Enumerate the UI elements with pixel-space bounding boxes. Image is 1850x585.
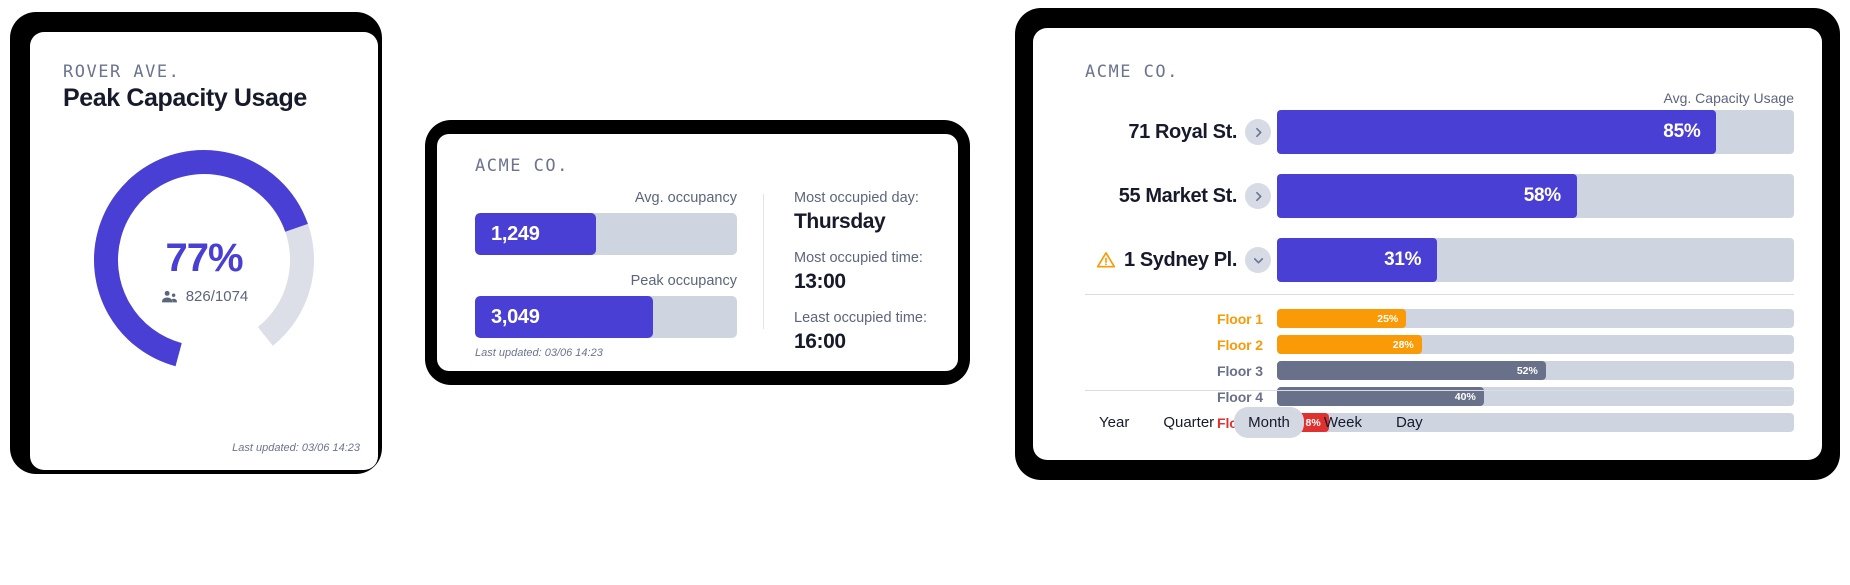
building-row-fill: 85%	[1277, 110, 1717, 154]
floor-fill: 52%	[1277, 361, 1546, 380]
building-row[interactable]: 55 Market St. 58%	[1085, 174, 1794, 218]
floor-row[interactable]: Floor 1 25%	[1085, 309, 1794, 328]
gauge-card-last-updated: Last updated: 03/06 14:23	[232, 442, 360, 454]
stat-most-occupied-time-value: 13:00	[794, 270, 846, 293]
tabs-row: Year Quarter Month Week Day	[1085, 407, 1794, 438]
occupancy-bar-peak-fill: 3,049	[475, 296, 654, 338]
tabs-separator	[1085, 390, 1794, 391]
building-name: 71 Royal St.	[1128, 120, 1237, 143]
people-icon	[161, 290, 177, 303]
building-row[interactable]: 1 Sydney Pl. 31%	[1085, 238, 1794, 282]
building-row[interactable]: 71 Royal St. 85%	[1085, 110, 1794, 154]
floor-track: 28%	[1277, 335, 1794, 354]
floor-fill: 28%	[1277, 335, 1422, 354]
stat-least-occupied-time-label: Least occupied time:	[794, 310, 927, 326]
occupancy-bar-avg: Avg. occupancy 1,249	[475, 190, 737, 255]
gauge-percent: 77%	[165, 236, 243, 280]
stat-least-occupied-time: Least occupied time: 16:00	[794, 310, 940, 354]
gauge-card: ROVER AVE. Peak Capacity Usage 77% 826/1…	[30, 32, 378, 470]
stat-most-occupied-day-label: Most occupied day:	[794, 190, 919, 206]
gauge-center-readout: 77% 826/1074	[86, 238, 322, 306]
stat-most-occupied-time: Most occupied time: 13:00	[794, 250, 940, 294]
occupancy-bar-avg-label: Avg. occupancy	[634, 190, 737, 206]
chevron-right-icon[interactable]	[1245, 119, 1271, 145]
building-row-track: 58%	[1277, 174, 1794, 218]
floor-value: 52%	[1516, 364, 1538, 377]
floor-name: Floor 1	[1217, 310, 1263, 327]
tab-year[interactable]: Year	[1085, 407, 1143, 438]
gauge-occupancy: 826/1074	[86, 287, 322, 306]
building-row-track: 85%	[1277, 110, 1794, 154]
building-name: 1 Sydney Pl.	[1123, 248, 1237, 271]
gauge-card-title: Peak Capacity Usage	[63, 84, 307, 112]
gauge-occupancy-label: 826/1074	[185, 288, 249, 305]
stat-most-occupied-day-value: Thursday	[794, 210, 886, 233]
occupancy-bar-avg-value: 1,249	[491, 222, 540, 245]
tab-week[interactable]: Week	[1310, 407, 1376, 438]
chevron-down-icon[interactable]	[1245, 247, 1271, 273]
occupancy-bar-peak: Peak occupancy 3,049	[475, 273, 737, 338]
floor-name: Floor 2	[1217, 336, 1263, 353]
occupancy-bar-avg-fill: 1,249	[475, 213, 596, 255]
tab-month[interactable]: Month	[1234, 407, 1304, 438]
floor-value: 28%	[1392, 338, 1414, 351]
occupancy-bars: Avg. occupancy 1,249 Peak occupancy 3,04…	[475, 190, 763, 338]
buildings-card-device: ACME CO. Avg. Capacity Usage 71 Royal St…	[1015, 8, 1840, 480]
floor-track: 52%	[1277, 361, 1794, 380]
capacity-gauge: 77% 826/1074	[86, 142, 322, 378]
floor-fill: 25%	[1277, 309, 1407, 328]
occupancy-card-eyebrow: ACME CO.	[475, 156, 569, 176]
occupancy-bar-avg-track: 1,249	[475, 213, 737, 255]
chevron-right-icon[interactable]	[1245, 183, 1271, 209]
building-row-fill: 58%	[1277, 174, 1577, 218]
buildings-card: ACME CO. Avg. Capacity Usage 71 Royal St…	[1033, 28, 1822, 460]
gauge-card-eyebrow: ROVER AVE.	[63, 62, 181, 82]
occupancy-card-device: ACME CO. Avg. occupancy 1,249 Peak occup…	[425, 120, 970, 385]
occupancy-card-last-updated: Last updated: 03/06 14:23	[475, 347, 603, 359]
building-row-name-group: 71 Royal St.	[1085, 119, 1277, 145]
tab-quarter[interactable]: Quarter	[1149, 407, 1228, 438]
gauge-card-device: ROVER AVE. Peak Capacity Usage 77% 826/1…	[10, 12, 382, 474]
floor-row[interactable]: Floor 3 52%	[1085, 361, 1794, 380]
stat-most-occupied-day: Most occupied day: Thursday	[794, 190, 940, 234]
building-row-value: 85%	[1663, 121, 1701, 142]
floor-row[interactable]: Floor 2 28%	[1085, 335, 1794, 354]
warning-icon	[1096, 252, 1116, 268]
building-row-fill: 31%	[1277, 238, 1438, 282]
occupancy-card: ACME CO. Avg. occupancy 1,249 Peak occup…	[437, 134, 958, 371]
buildings-card-eyebrow: ACME CO.	[1085, 62, 1179, 82]
occupancy-bar-peak-value: 3,049	[491, 305, 540, 328]
building-name: 55 Market St.	[1118, 184, 1238, 207]
buildings-legend: Avg. Capacity Usage	[1663, 90, 1794, 106]
building-row-name-group: 55 Market St.	[1085, 183, 1277, 209]
time-range-tabs: Year Quarter Month Week Day	[1085, 390, 1794, 438]
dashboard-stage: ROVER AVE. Peak Capacity Usage 77% 826/1…	[0, 0, 1850, 585]
floor-name: Floor 3	[1217, 362, 1263, 379]
building-row-track: 31%	[1277, 238, 1794, 282]
occupancy-stats: Most occupied day: Thursday Most occupie…	[764, 190, 940, 353]
occupancy-bar-peak-track: 3,049	[475, 296, 737, 338]
floor-value: 25%	[1377, 312, 1399, 325]
building-row-value: 58%	[1523, 185, 1561, 206]
occupancy-card-body: Avg. occupancy 1,249 Peak occupancy 3,04…	[475, 190, 940, 353]
floors-separator	[1085, 294, 1794, 295]
occupancy-bar-peak-label: Peak occupancy	[630, 273, 737, 289]
tab-day[interactable]: Day	[1382, 407, 1437, 438]
stat-most-occupied-time-label: Most occupied time:	[794, 250, 923, 266]
stat-least-occupied-time-value: 16:00	[794, 330, 846, 353]
building-row-name-group: 1 Sydney Pl.	[1085, 247, 1277, 273]
floor-track: 25%	[1277, 309, 1794, 328]
building-row-value: 31%	[1384, 249, 1422, 270]
